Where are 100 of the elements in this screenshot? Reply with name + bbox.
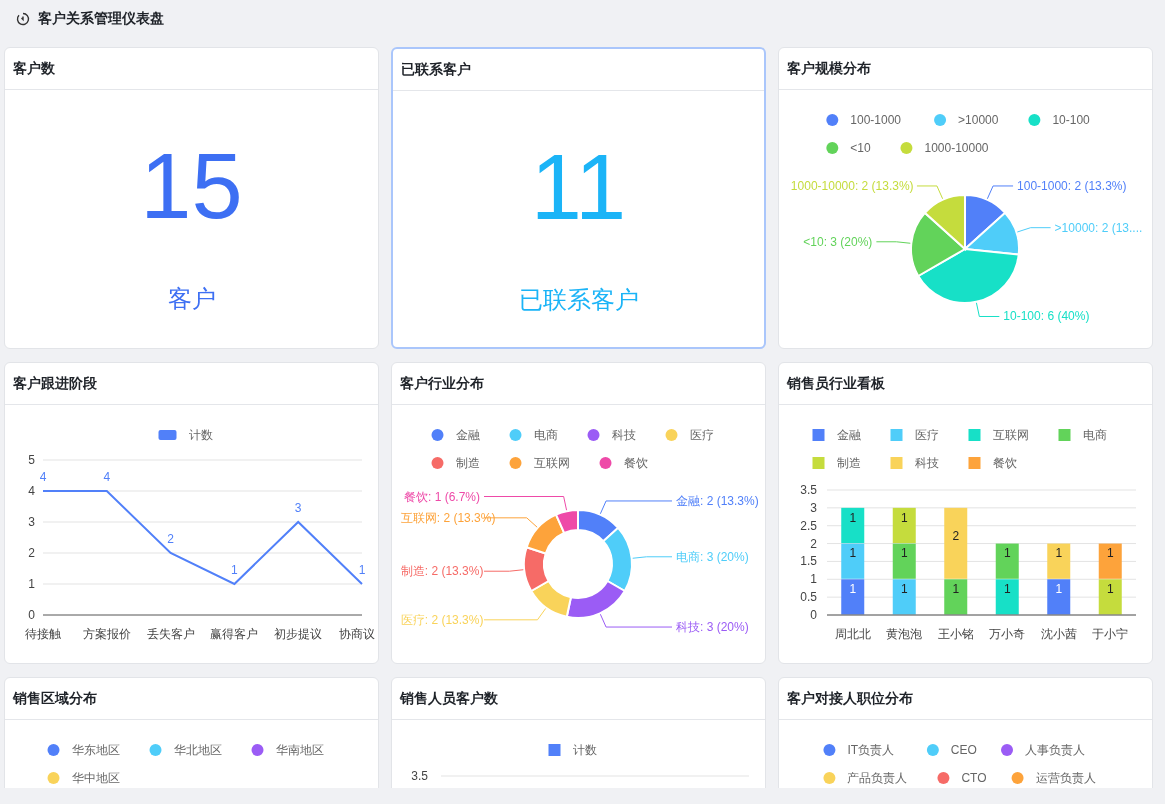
legend-label[interactable]: IT负责人 [847, 743, 895, 757]
card-title: 销售人员客户数 [400, 689, 498, 708]
point-value-label: 1 [231, 563, 238, 577]
point-value-label: 2 [167, 532, 174, 546]
bar-value-label: 1 [849, 510, 857, 525]
axis-category-label: 于小宁 [1092, 627, 1129, 641]
legend-label[interactable]: 电商 [533, 428, 558, 442]
point-value-label: 1 [358, 563, 366, 577]
legend-label[interactable]: >10000 [958, 113, 999, 127]
legend-label[interactable]: 科技 [914, 456, 939, 470]
stat-label: 客户 [167, 284, 216, 313]
card-title: 销售员行业看板 [787, 374, 885, 393]
bar-value-label: 1 [900, 546, 908, 561]
card-title: 客户数 [13, 59, 55, 78]
slice-label: 100-1000: 2 (13.3%) [1017, 178, 1127, 193]
axis-tick-label: 0.5 [800, 590, 817, 605]
card-title: 客户行业分布 [400, 374, 484, 393]
axis-tick-label: 1 [28, 577, 35, 591]
axis-category-label: 黄泡泡 [886, 627, 923, 641]
axis-tick-label: 4 [28, 484, 35, 498]
legend-label[interactable]: 电商 [1082, 428, 1107, 442]
leader-line [483, 569, 524, 572]
slice-label: 金融: 2 (13.3%) [676, 493, 759, 508]
bar-value-label: 1 [849, 546, 857, 561]
axis-category-label: 王小铭 [937, 627, 974, 641]
legend-label[interactable]: 产品负责人 [847, 771, 908, 785]
card-title: 客户对接人职位分布 [787, 689, 913, 708]
point-value-label: 4 [39, 470, 47, 484]
slice-label: 制造: 2 (13.3%) [400, 564, 484, 579]
leader-line [975, 302, 1000, 317]
legend-label[interactable]: 金融 [455, 428, 480, 442]
bar-value-label: 1 [900, 582, 908, 597]
legend-label[interactable]: 运营负责人 [1035, 771, 1096, 785]
legend-label[interactable]: 制造 [455, 456, 480, 470]
legend-label[interactable]: CTO [961, 771, 987, 785]
legend-label[interactable]: 医疗 [689, 428, 714, 442]
bar-value-label: 1 [1055, 546, 1063, 561]
legend-label[interactable]: 互联网 [992, 428, 1029, 442]
legend-label[interactable]: 科技 [611, 428, 636, 442]
stat-number: 15 [140, 140, 243, 232]
axis-category-label: 方案报价 [82, 627, 131, 641]
bar-value-label: 1 [952, 582, 960, 597]
axis-category-label: 万小奇 [989, 627, 1026, 641]
legend-label[interactable]: 华中地区 [71, 771, 120, 785]
timer-icon [16, 11, 30, 26]
legend-label[interactable]: 金融 [836, 428, 861, 442]
axis-tick-label: 0 [810, 608, 817, 622]
legend-label[interactable]: 互联网 [533, 456, 570, 470]
slice-label: >10000: 2 (13.... [1054, 220, 1143, 235]
legend-label[interactable]: 1000-10000 [924, 141, 989, 155]
axis-tick-label: 3.5 [800, 483, 817, 497]
stat-number: 11 [530, 141, 627, 233]
bar-value-label: 1 [1106, 546, 1114, 561]
legend-label[interactable]: CEO [950, 743, 977, 757]
axis-category-label: 初步提议 [274, 627, 323, 641]
axis-category-label: 沈小茜 [1040, 627, 1077, 641]
axis-tick-label: 1.5 [800, 554, 817, 569]
slice-label: 1000-10000: 2 (13.3%) [790, 178, 914, 193]
axis-category-label: 协商议 [339, 627, 375, 641]
axis-tick-label: 5 [28, 453, 35, 467]
legend-label[interactable]: 华东地区 [71, 743, 120, 757]
point-value-label: 4 [103, 470, 111, 484]
legend-label[interactable]: 华北地区 [173, 743, 222, 757]
slice-label: 电商: 3 (20%) [676, 549, 749, 564]
axis-tick-label: 3 [28, 515, 35, 529]
bar-value-label: 1 [900, 510, 908, 525]
leader-line [916, 185, 944, 200]
bar-value-label: 1 [1106, 582, 1114, 597]
legend-label[interactable]: 计数 [572, 743, 597, 757]
stat-label: 已联系客户 [518, 285, 639, 314]
axis-category-label: 赢得客户 [210, 627, 259, 641]
legend-label[interactable]: 餐饮 [992, 456, 1017, 470]
axis-category-label: 周北北 [834, 627, 871, 641]
slice-label: 餐饮: 1 (6.7%) [403, 489, 480, 504]
leader-line [986, 185, 1014, 200]
card-title: 客户跟进阶段 [13, 374, 97, 393]
slice-label: 互联网: 2 (13.3%) [400, 510, 496, 525]
card-title: 已联系客户 [401, 60, 471, 79]
bar-value-label: 1 [1003, 546, 1011, 561]
slice-label: <10: 3 (20%) [803, 234, 873, 249]
leader-line [1016, 227, 1052, 233]
legend-label[interactable]: 医疗 [914, 428, 939, 442]
axis-tick-label: 0 [28, 608, 35, 622]
legend-label[interactable]: <10 [850, 141, 871, 155]
legend-label[interactable]: 100-1000 [850, 113, 901, 127]
leader-line [632, 556, 673, 559]
legend-label[interactable]: 餐饮 [623, 456, 648, 470]
bar-value-label: 1 [1003, 582, 1011, 597]
axis-tick-label: 2 [810, 536, 817, 551]
legend-label[interactable]: 计数 [188, 428, 213, 442]
legend-label[interactable]: 制造 [836, 456, 861, 470]
axis-category-label: 待接触 [25, 627, 61, 641]
axis-tick-label: 2.5 [800, 518, 817, 533]
leader-line [483, 608, 547, 621]
legend-label[interactable]: 10-100 [1052, 113, 1090, 127]
legend-label[interactable]: 人事负责人 [1025, 743, 1085, 757]
card-title: 销售区域分布 [13, 689, 97, 708]
axis-tick-label: 2 [28, 546, 35, 560]
legend-label[interactable]: 华南地区 [275, 743, 324, 757]
slice-label: 科技: 3 (20%) [676, 620, 749, 635]
